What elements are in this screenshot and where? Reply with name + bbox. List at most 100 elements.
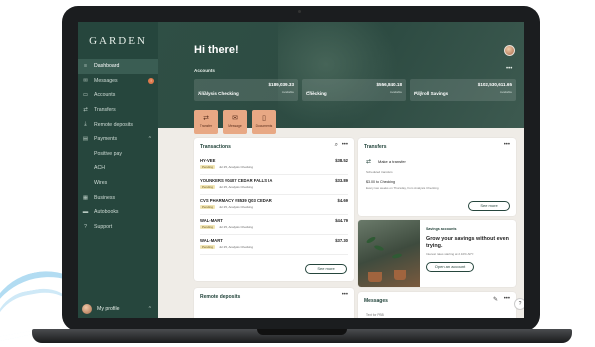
open-account-button[interactable]: Open an account [426,262,474,272]
account-number: x1234 [414,90,423,94]
action-label: Message [228,124,242,128]
sidebar-item-label: Autobooks [94,209,119,216]
transaction-row[interactable]: CVS PHARMACY #8539 Q03 CEDAR $4.69 Pendi… [200,198,348,215]
sidebar-item-payments[interactable]: ▤ Payments ^ [78,132,158,147]
sidebar-item-label: Payments [94,136,118,143]
sidebar-item-label: Messages [94,77,118,84]
transaction-name: HY-VEE [200,158,216,163]
sidebar-item-label: Dashboard [94,63,120,70]
transfer-action-button[interactable]: ⇄ Transfer [194,110,218,134]
card-title: Transactions [200,144,231,150]
sidebar-nav: ≡ Dashboard ✉ Messages ! ▭ Accounts ⇄ Tr… [78,59,158,234]
status-badge: Pending [200,225,216,229]
sidebar: GARDEN ≡ Dashboard ✉ Messages ! ▭ Accoun… [78,22,158,318]
transaction-detail: Jul 25, Analysis Checking [219,225,254,229]
transaction-detail: Jul 25, Analysis Checking [219,185,254,189]
help-button[interactable]: ? [514,298,524,310]
transfer-icon: ⇄ [366,159,372,165]
more-options-icon[interactable]: ••• [342,292,348,298]
transaction-detail: Jul 25, Analysis Checking [219,245,254,249]
sidebar-item-remote-deposits[interactable]: ⤓ Remote deposits [78,117,158,132]
account-card-checking[interactable]: Checking $556,840.18 x8777 Available [302,79,406,101]
transaction-amount: $37.30 [335,238,348,243]
sidebar-item-positive-pay[interactable]: Positive pay [78,147,158,162]
savings-tag: Savings accounts [426,227,457,231]
transaction-detail: Jul 25, Analysis Checking [219,205,254,209]
message-action-button[interactable]: ✉ Message [223,110,247,134]
search-icon[interactable]: ⌕ [335,142,338,149]
account-status: Available [281,90,294,94]
more-options-icon[interactable]: ••• [504,296,510,302]
more-options-icon[interactable]: ••• [342,142,348,148]
scheduled-transfer-amount: $3.00 to Checking [366,180,395,184]
business-icon: ▦ [82,194,89,201]
sidebar-item-messages[interactable]: ✉ Messages ! [78,74,158,89]
sidebar-item-label: Remote deposits [94,121,133,128]
account-card-payroll-savings[interactable]: Payroll Savings $102,530,611.65 x1234 Av… [410,79,516,101]
transfers-card: Transfers ••• ⇄ Make a transfer Schedule… [358,138,516,216]
transaction-row[interactable]: WAL-MART $44.79 Pending Jul 25, Analysis… [200,218,348,235]
profile-label: My profile [97,305,120,312]
account-number: x7779 [198,90,207,94]
hero-background-image [278,22,398,128]
scheduled-transfers-label: Scheduled transfers [366,170,393,174]
card-title: Messages [364,298,388,304]
make-transfer-link[interactable]: Make a transfer [378,159,406,164]
account-card-analysis-checking[interactable]: Analysis Checking $189,039.33 x7779 Avai… [194,79,298,101]
sidebar-item-label: Transfers [94,107,116,114]
transaction-row[interactable]: YOUNKERS #0407 CEDAR FALLS IA $33.89 Pen… [200,178,348,195]
pot-shape [368,272,382,282]
help-icon: ? [83,223,88,230]
scheduled-transfer-detail: Every two weeks on Thursday, from Analys… [366,186,439,190]
transaction-amount: $44.79 [335,218,348,223]
leaf-shape [391,252,403,260]
laptop-notch [257,329,347,335]
remote-deposits-card: Remote deposits ••• [194,288,354,318]
camera-icon [298,10,301,13]
transaction-row[interactable]: HY-VEE $38.52 Pending Jul 25, Analysis C… [200,158,348,175]
sidebar-item-dashboard[interactable]: ≡ Dashboard [78,59,158,74]
dashboard-icon: ≡ [83,63,88,70]
brand-logo[interactable]: GARDEN [78,35,158,47]
account-number: x8777 [306,90,315,94]
documents-action-button[interactable]: ▯ Documents [252,110,276,134]
profile-menu[interactable]: My profile ^ [78,299,158,318]
card-title: Remote deposits [200,294,241,300]
sidebar-item-accounts[interactable]: ▭ Accounts [78,88,158,103]
sidebar-item-autobooks[interactable]: ▬ Autobooks [78,205,158,220]
status-badge: Pending [200,165,216,169]
sidebar-item-wires[interactable]: Wires [78,176,158,191]
sidebar-item-label: Support [94,223,113,230]
transaction-name: WAL-MART [200,238,223,243]
sidebar-item-ach[interactable]: ACH [78,161,158,176]
transaction-name: YOUNKERS #0407 CEDAR FALLS IA [200,178,273,183]
sidebar-item-label: ACH [94,165,105,172]
sidebar-item-business[interactable]: ▦ Business [78,190,158,205]
chevron-up-icon[interactable]: ^ [149,306,151,312]
transaction-row[interactable]: WAL-MART $37.30 Pending Jul 25, Analysis… [200,238,348,255]
more-options-icon[interactable]: ••• [504,142,510,148]
avatar [82,303,92,314]
action-label: Documents [255,124,273,128]
more-options-icon[interactable]: ••• [506,66,512,72]
avatar[interactable] [504,45,515,56]
transfer-icon: ⇄ [83,107,88,114]
document-icon: ▯ [262,115,266,122]
mail-icon: ✉ [83,77,88,84]
see-more-button[interactable]: See more [305,264,347,274]
transaction-name: WAL-MART [200,218,223,223]
account-status: Available [499,90,512,94]
see-more-button[interactable]: See more [468,201,510,211]
transaction-amount: $4.69 [337,198,348,203]
transaction-amount: $38.52 [335,158,348,163]
accounts-icon: ▭ [82,92,89,99]
sidebar-item-transfers[interactable]: ⇄ Transfers [78,103,158,118]
chevron-up-icon[interactable]: ^ [149,136,151,142]
pot-shape [394,270,406,280]
sidebar-item-support[interactable]: ? Support [78,220,158,235]
compose-icon[interactable]: ✎ [493,296,498,303]
savings-subtext: Interest rates starting at 2.10% APY. [426,252,474,256]
sidebar-item-label: Business [94,194,116,201]
message-preview[interactable]: Text for PBB [366,313,384,317]
action-label: Transfer [199,124,213,128]
